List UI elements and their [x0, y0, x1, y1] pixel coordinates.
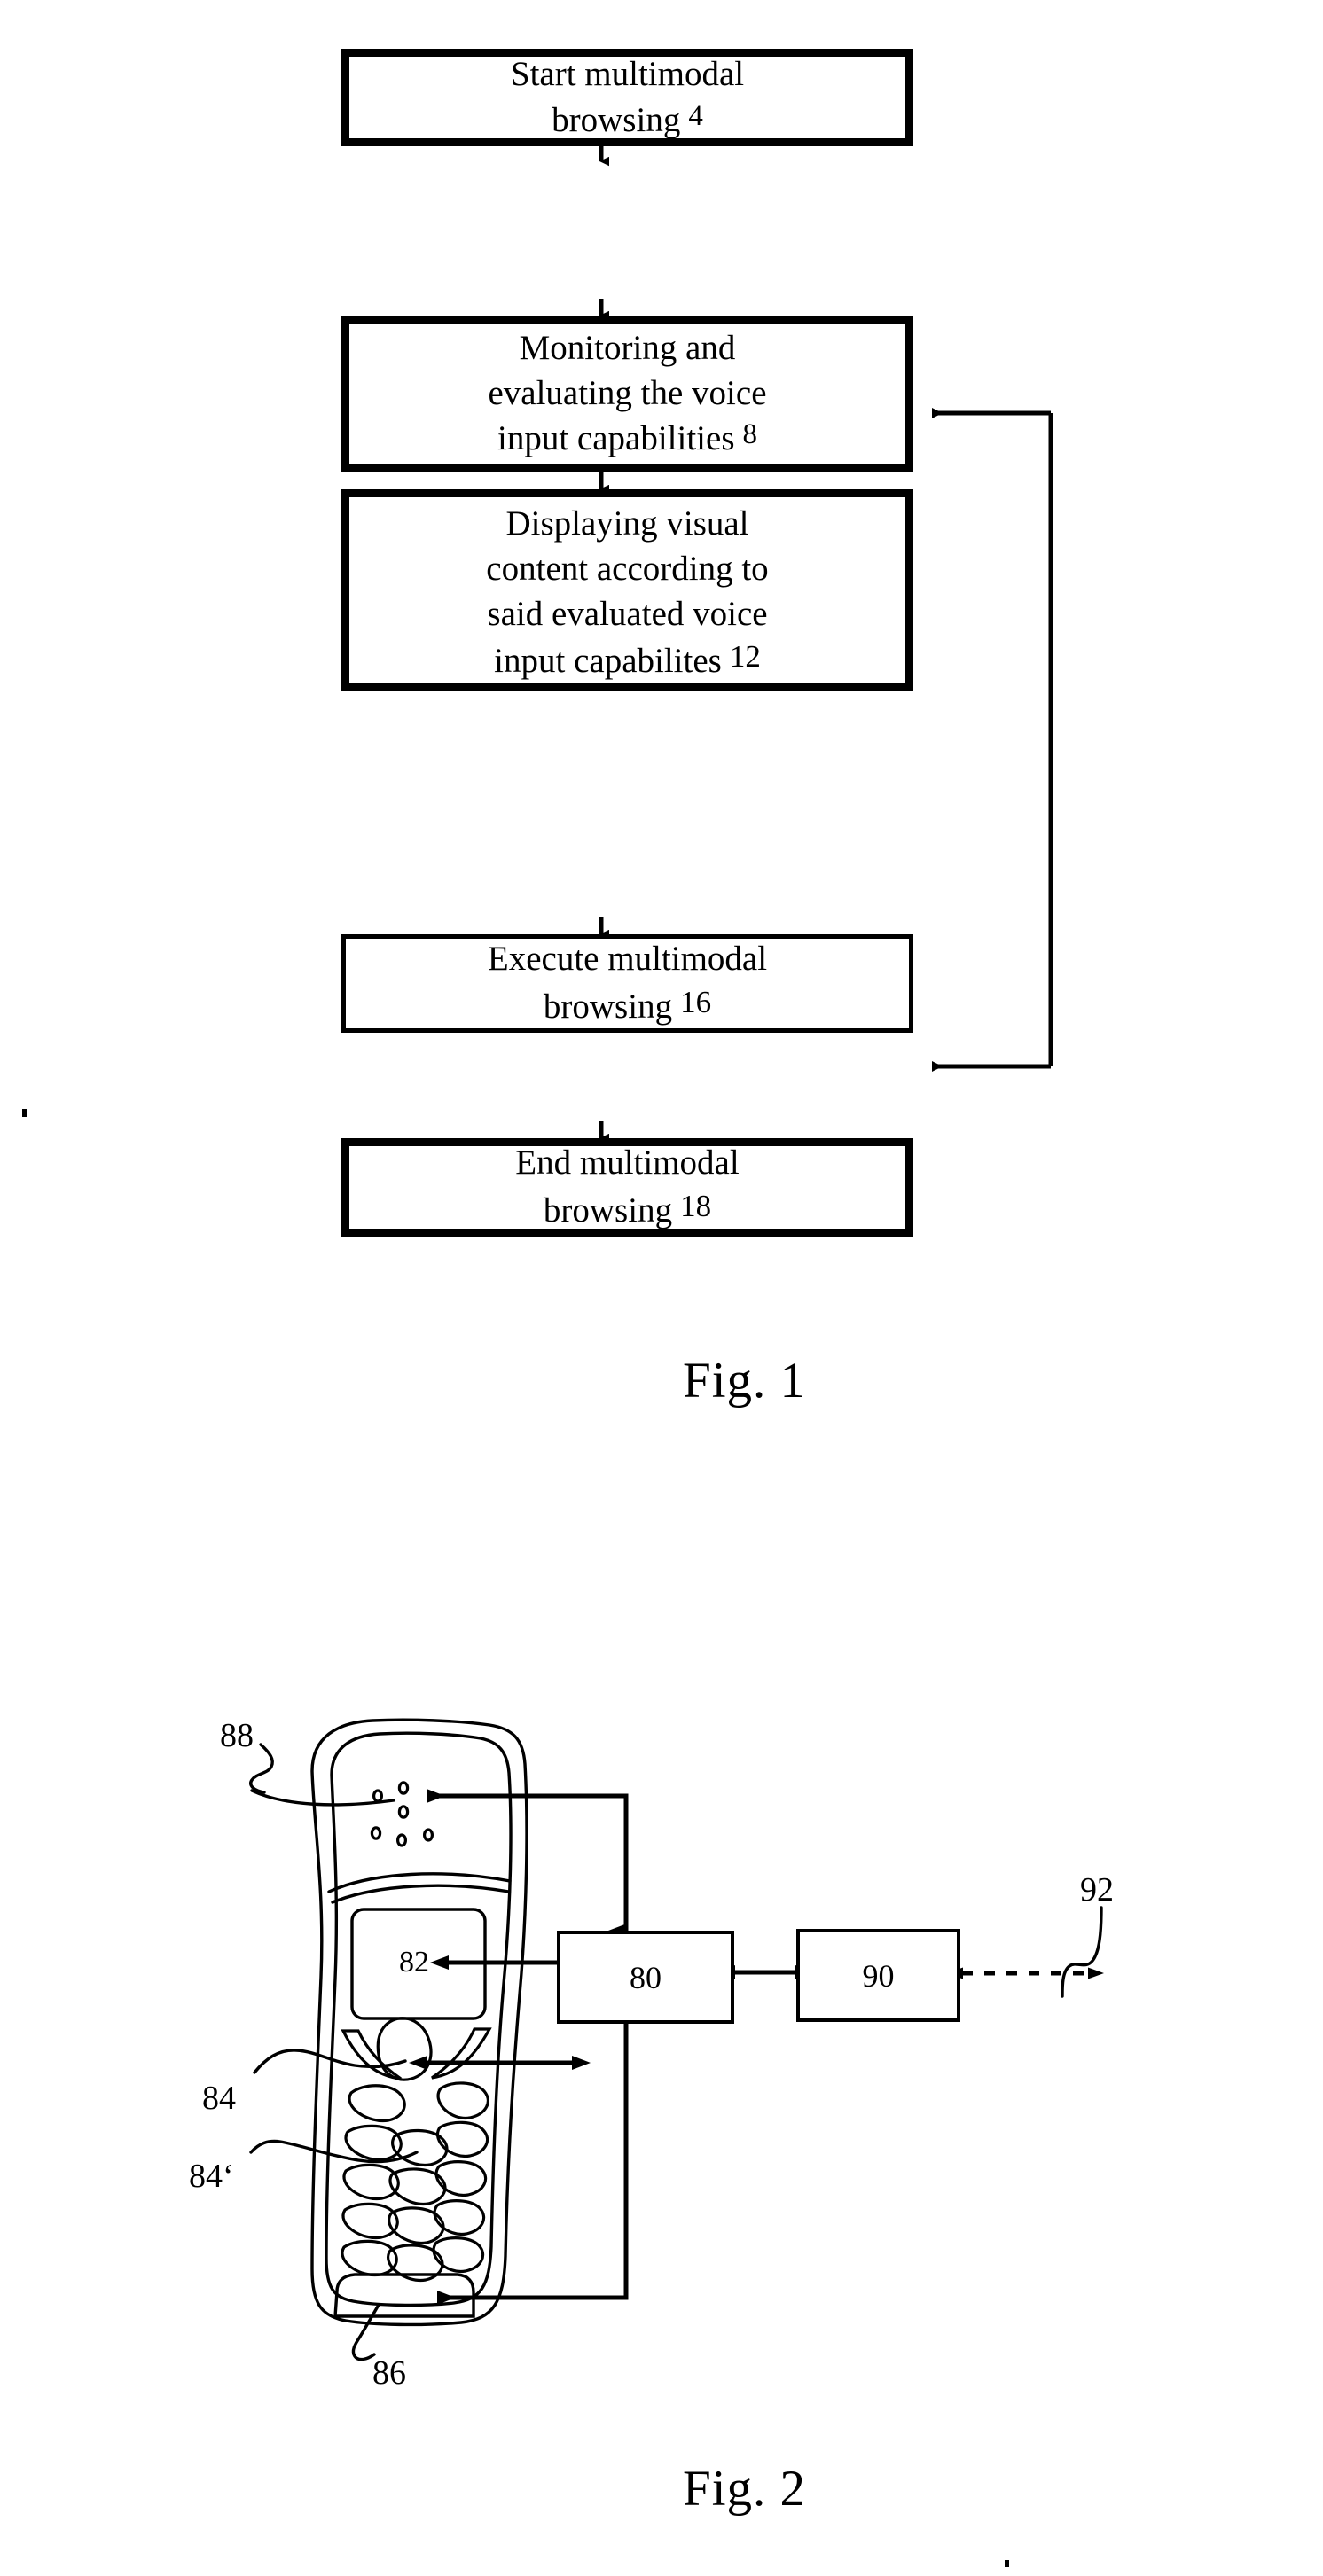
flow-step-execute: Execute multimodal browsing 16 — [341, 934, 913, 1033]
ref-label-92: 92 — [1080, 1871, 1114, 1909]
block-90: 90 — [796, 1929, 960, 2022]
flow-step-monitor-line3: input capabilities — [497, 419, 735, 458]
leader-86 — [351, 2303, 380, 2361]
feedback-loop — [932, 408, 1053, 1072]
display-ref-82: 82 — [399, 1946, 429, 1979]
ref-label-88: 88 — [220, 1717, 254, 1754]
leader-92 — [1061, 1906, 1103, 1998]
ref-label-86: 86 — [372, 2354, 406, 2392]
leader-84prime — [249, 2139, 419, 2164]
flow-step-end-line1: End multimodal — [515, 1144, 740, 1183]
navigation-key — [376, 2017, 433, 2081]
flow-step-monitor: Monitoring and evaluating the voice inpu… — [341, 316, 913, 472]
reference-numeral-4: 4 — [688, 99, 703, 132]
figure2-caption: Fig. 2 — [683, 2461, 807, 2517]
reference-numeral-12: 12 — [729, 639, 761, 675]
flow-step-display-line2: content according to — [486, 549, 769, 588]
flow-step-end: End multimodal browsing 18 — [341, 1138, 913, 1237]
scan-speck — [1005, 2560, 1009, 2567]
block-90-label: 90 — [862, 1957, 895, 1994]
flow-step-display: Displaying visual content according to s… — [341, 489, 913, 691]
reference-numeral-16: 16 — [680, 985, 712, 1019]
keypad-keys — [341, 2081, 489, 2283]
navigation-key-cluster — [341, 2017, 492, 2081]
leader-88-squiggle — [249, 1743, 274, 1794]
scan-speck — [22, 1109, 27, 1117]
flow-step-execute-line2: browsing — [543, 987, 673, 1026]
microphone — [333, 2273, 475, 2318]
patent-figure-page: Start multimodal browsing 4 Monitoring an… — [0, 0, 1323, 2576]
block-80: 80 — [557, 1931, 734, 2024]
ref-label-84: 84 — [202, 2080, 236, 2117]
reference-numeral-18: 18 — [680, 1189, 712, 1223]
flow-step-start-line1: Start multimodal — [510, 54, 745, 93]
figure1-caption: Fig. 1 — [683, 1353, 807, 1409]
flow-step-monitor-line1: Monitoring and — [519, 328, 736, 367]
block-80-label: 80 — [630, 1959, 662, 1995]
flow-step-display-line3: said evaluated voice — [487, 594, 768, 633]
speaker-holes — [370, 1781, 434, 1847]
leader-88 — [250, 1789, 395, 1807]
flow-step-start-line2: browsing — [552, 100, 681, 139]
handset-outline — [310, 1718, 528, 2327]
flow-step-start: Start multimodal browsing 4 — [341, 49, 913, 146]
ref-label-84-prime: 84‘ — [189, 2158, 234, 2195]
reference-numeral-8: 8 — [742, 418, 758, 451]
flow-step-display-line4: input capabilites — [494, 642, 722, 681]
leader-84 — [253, 2049, 407, 2074]
flow-step-display-line1: Displaying visual — [505, 504, 749, 543]
flow-step-monitor-line2: evaluating the voice — [488, 373, 767, 412]
figure2-connections — [409, 1789, 814, 2305]
flow-step-execute-line1: Execute multimodal — [487, 940, 768, 979]
flow-step-end-line2: browsing — [543, 1191, 673, 1229]
